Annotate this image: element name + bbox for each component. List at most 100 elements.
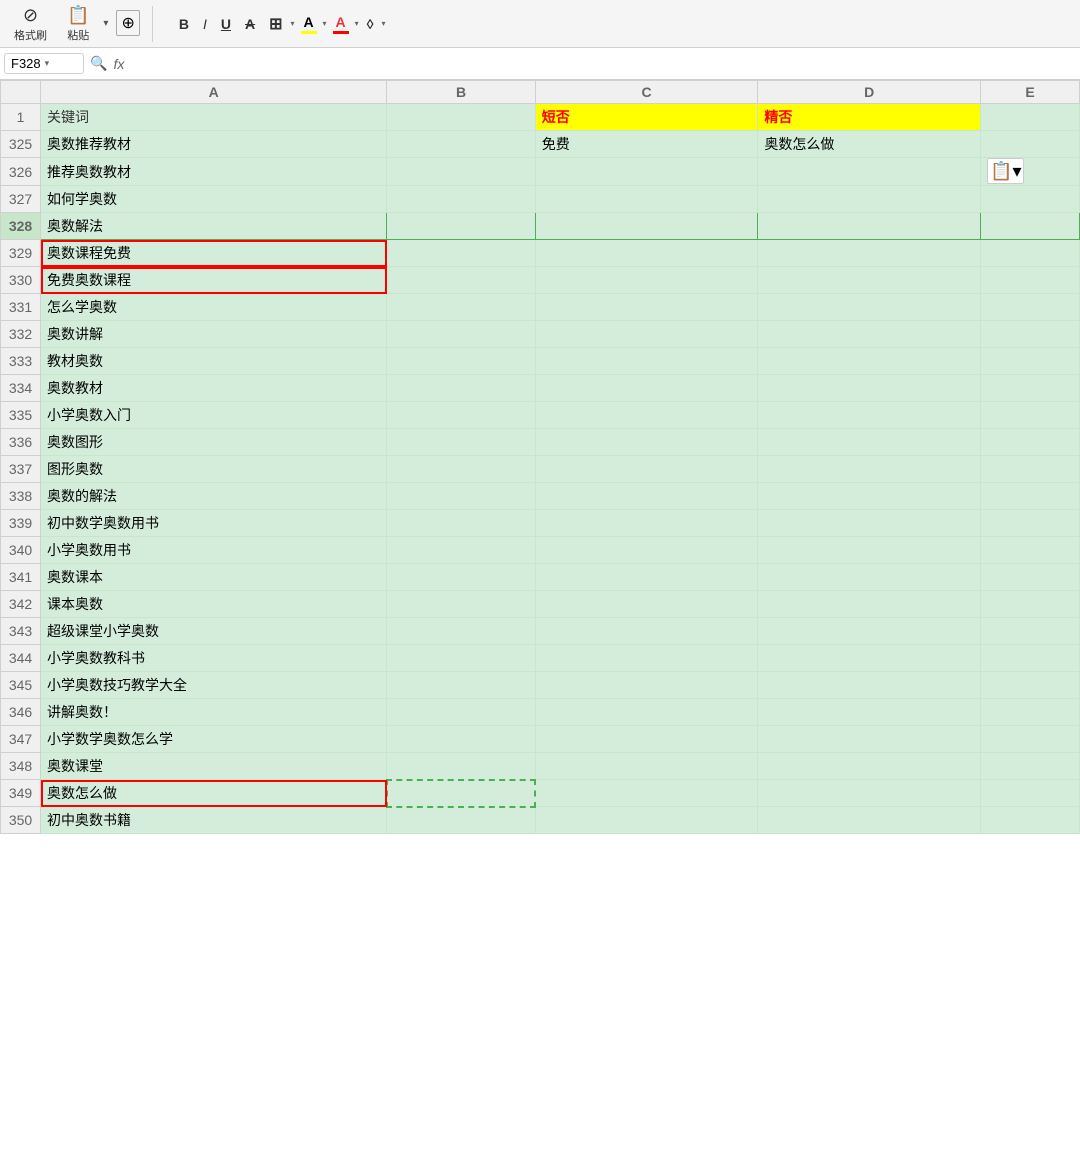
cell-col-b[interactable]: [387, 104, 535, 131]
cell-col-a[interactable]: 教材奥数: [41, 348, 387, 375]
row-number[interactable]: 330: [1, 267, 41, 294]
cell-col-a[interactable]: 推荐奥数教材: [41, 158, 387, 186]
formula-input[interactable]: [132, 56, 1076, 71]
cell-col-a[interactable]: 奥数怎么做: [41, 780, 387, 807]
row-number[interactable]: 336: [1, 429, 41, 456]
cell-col-b[interactable]: [387, 753, 535, 780]
cell-col-c[interactable]: [535, 672, 758, 699]
cell-col-c[interactable]: [535, 510, 758, 537]
cell-col-e[interactable]: [981, 726, 1080, 753]
cell-col-b[interactable]: [387, 591, 535, 618]
cell-col-e[interactable]: [981, 267, 1080, 294]
cell-col-c[interactable]: [535, 591, 758, 618]
paste-options-icon[interactable]: ⊕: [116, 10, 139, 36]
cell-col-c[interactable]: [535, 753, 758, 780]
cell-col-a[interactable]: 奥数教材: [41, 375, 387, 402]
cell-col-a[interactable]: 奥数的解法: [41, 483, 387, 510]
cell-col-c[interactable]: [535, 186, 758, 213]
row-number[interactable]: 346: [1, 699, 41, 726]
strikethrough-btn[interactable]: A: [239, 13, 261, 35]
cell-col-a[interactable]: 课本奥数: [41, 591, 387, 618]
row-number[interactable]: 331: [1, 294, 41, 321]
row-number[interactable]: 325: [1, 131, 41, 158]
cell-col-b[interactable]: [387, 321, 535, 348]
cell-col-d[interactable]: [758, 294, 981, 321]
cell-col-a[interactable]: 小学奥数用书: [41, 537, 387, 564]
cell-col-e[interactable]: [981, 348, 1080, 375]
cell-col-e[interactable]: [981, 537, 1080, 564]
cell-col-d[interactable]: [758, 807, 981, 834]
cell-col-c[interactable]: [535, 456, 758, 483]
cell-col-b[interactable]: [387, 726, 535, 753]
italic-btn[interactable]: I: [197, 13, 213, 35]
cell-col-d[interactable]: [758, 375, 981, 402]
cell-col-c[interactable]: [535, 213, 758, 240]
cell-col-a[interactable]: 超级课堂小学奥数: [41, 618, 387, 645]
cell-col-a[interactable]: 初中数学奥数用书: [41, 510, 387, 537]
cell-col-d[interactable]: 精否: [758, 104, 981, 131]
highlight-dropdown-arrow[interactable]: ▾: [323, 19, 327, 28]
cell-col-e[interactable]: [981, 564, 1080, 591]
cell-ref-dropdown-arrow[interactable]: ▾: [45, 58, 50, 69]
row-number[interactable]: 333: [1, 348, 41, 375]
row-number[interactable]: 339: [1, 510, 41, 537]
cell-col-b[interactable]: [387, 456, 535, 483]
border-dropdown-arrow[interactable]: ▾: [291, 19, 295, 28]
cell-col-d[interactable]: 奥数怎么做: [758, 131, 981, 158]
cell-col-d[interactable]: [758, 321, 981, 348]
font-color-dropdown-arrow[interactable]: ▾: [355, 19, 359, 28]
cell-col-b[interactable]: [387, 807, 535, 834]
cell-col-e[interactable]: [981, 510, 1080, 537]
cell-col-b[interactable]: [387, 564, 535, 591]
row-number[interactable]: 338: [1, 483, 41, 510]
cell-col-c[interactable]: [535, 402, 758, 429]
underline-btn[interactable]: U: [215, 13, 237, 35]
cell-col-c[interactable]: [535, 158, 758, 186]
cell-col-c[interactable]: [535, 348, 758, 375]
cell-col-a[interactable]: 奥数解法: [41, 213, 387, 240]
cell-col-a[interactable]: 奥数讲解: [41, 321, 387, 348]
cell-col-b[interactable]: [387, 402, 535, 429]
cell-col-d[interactable]: [758, 564, 981, 591]
row-number[interactable]: 341: [1, 564, 41, 591]
cell-col-b[interactable]: [387, 537, 535, 564]
cell-col-d[interactable]: [758, 672, 981, 699]
cell-col-e[interactable]: 📋▾: [981, 158, 1080, 186]
cell-col-a[interactable]: 讲解奥数！: [41, 699, 387, 726]
cell-col-d[interactable]: [758, 510, 981, 537]
cell-col-c[interactable]: [535, 645, 758, 672]
cell-col-c[interactable]: [535, 294, 758, 321]
cell-col-a[interactable]: 奥数图形: [41, 429, 387, 456]
cell-col-d[interactable]: [758, 645, 981, 672]
cell-col-c[interactable]: [535, 240, 758, 267]
cell-col-c[interactable]: [535, 807, 758, 834]
row-number[interactable]: 327: [1, 186, 41, 213]
col-header-e[interactable]: E: [981, 81, 1080, 104]
cell-col-b[interactable]: [387, 780, 535, 807]
cell-col-e[interactable]: [981, 213, 1080, 240]
cell-col-a[interactable]: 奥数推荐教材: [41, 131, 387, 158]
cell-col-d[interactable]: [758, 429, 981, 456]
cell-col-b[interactable]: [387, 699, 535, 726]
row-number[interactable]: 329: [1, 240, 41, 267]
row-number[interactable]: 326: [1, 158, 41, 186]
row-number[interactable]: 344: [1, 645, 41, 672]
cell-col-a[interactable]: 怎么学奥数: [41, 294, 387, 321]
cell-col-b[interactable]: [387, 186, 535, 213]
row-number[interactable]: 337: [1, 456, 41, 483]
highlight-color-btn[interactable]: A: [297, 12, 321, 36]
cell-col-e[interactable]: [981, 807, 1080, 834]
cell-col-e[interactable]: [981, 483, 1080, 510]
cell-col-d[interactable]: [758, 483, 981, 510]
cell-col-d[interactable]: [758, 537, 981, 564]
cell-col-b[interactable]: [387, 375, 535, 402]
cell-col-a[interactable]: 小学奥数教科书: [41, 645, 387, 672]
cell-col-d[interactable]: [758, 780, 981, 807]
row-number[interactable]: 345: [1, 672, 41, 699]
cell-col-e[interactable]: [981, 186, 1080, 213]
cell-col-c[interactable]: 短否: [535, 104, 758, 131]
eraser-btn[interactable]: ◊: [361, 13, 380, 35]
cell-col-d[interactable]: [758, 618, 981, 645]
cell-col-e[interactable]: [981, 104, 1080, 131]
cell-col-e[interactable]: [981, 375, 1080, 402]
